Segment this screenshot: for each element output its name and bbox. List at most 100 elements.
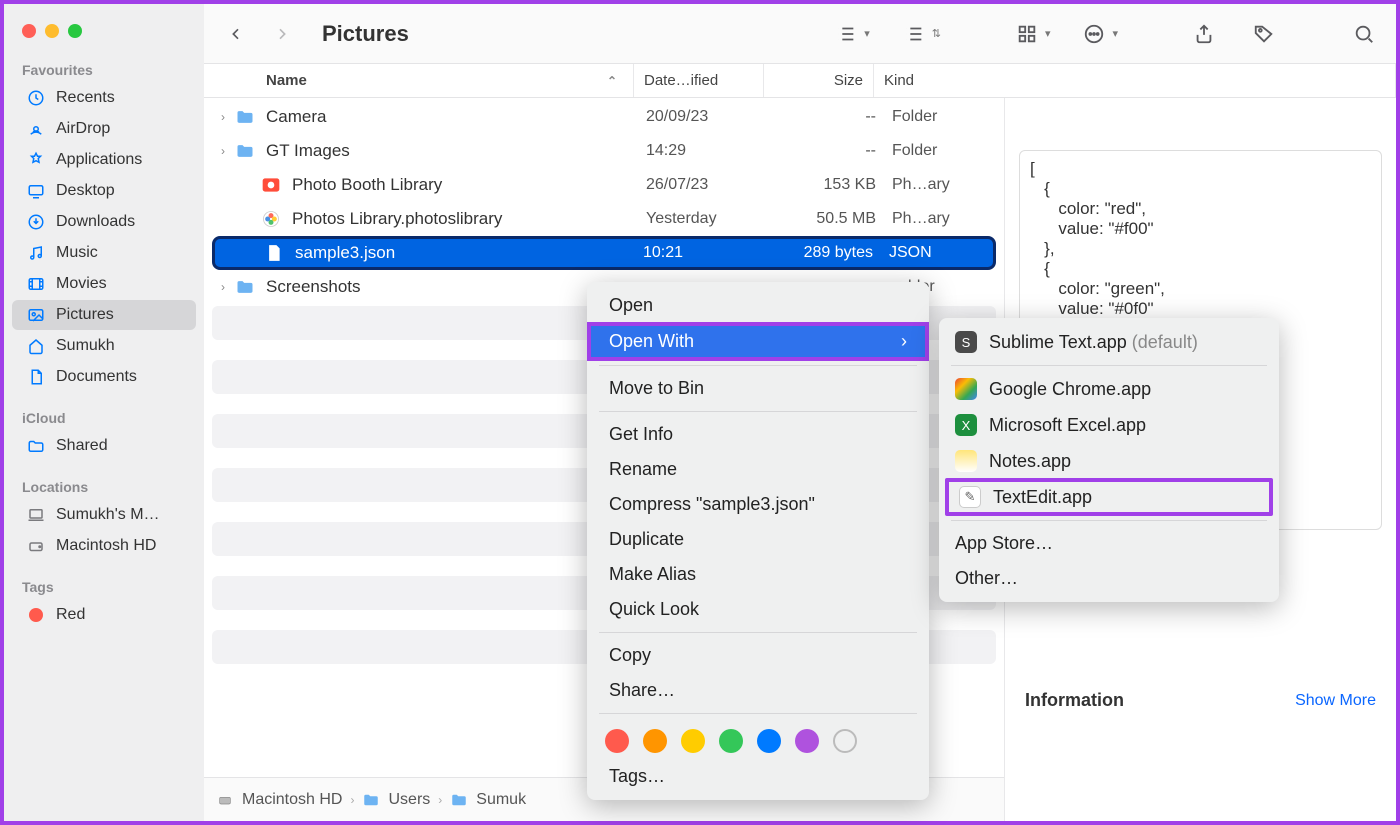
sidebar: Favourites Recents AirDrop Applications …	[4, 4, 204, 821]
sidebar-item-label: Red	[56, 606, 85, 624]
file-kind: Ph…ary	[886, 210, 996, 228]
menu-duplicate[interactable]: Duplicate	[587, 522, 929, 557]
sidebar-item-music[interactable]: Music	[12, 238, 196, 268]
menu-move-to-bin[interactable]: Move to Bin	[587, 371, 929, 406]
column-kind[interactable]: Kind	[874, 64, 1396, 97]
file-name: sample3.json	[293, 243, 643, 263]
sidebar-item-recents[interactable]: Recents	[12, 83, 196, 113]
pictures-icon	[26, 305, 46, 325]
sidebar-item-label: Movies	[56, 275, 107, 293]
path-segment[interactable]: Sumuk	[476, 791, 526, 809]
disclosure-triangle-icon[interactable]: ›	[212, 110, 234, 124]
column-name[interactable]: Name⌃	[204, 64, 634, 97]
path-segment[interactable]: Users	[388, 791, 430, 809]
file-size: 153 KB	[776, 176, 886, 194]
action-button[interactable]: ▾	[1080, 20, 1118, 48]
search-button[interactable]	[1350, 20, 1378, 48]
menu-separator	[599, 632, 917, 633]
file-icon	[234, 106, 256, 128]
tag-color-dot[interactable]	[719, 729, 743, 753]
window-title: Pictures	[322, 21, 802, 47]
sidebar-item-downloads[interactable]: Downloads	[12, 207, 196, 237]
sidebar-item-airdrop[interactable]: AirDrop	[12, 114, 196, 144]
menu-quick-look[interactable]: Quick Look	[587, 592, 929, 627]
submenu-app-store[interactable]: App Store…	[939, 526, 1279, 561]
sidebar-item-applications[interactable]: Applications	[12, 145, 196, 175]
chevron-down-icon: ▾	[1045, 27, 1051, 40]
menu-rename[interactable]: Rename	[587, 452, 929, 487]
column-headers: Name⌃ Date…ified Size Kind	[204, 64, 1396, 98]
disk-icon	[216, 791, 234, 809]
submenu-google-chrome[interactable]: Google Chrome.app	[939, 371, 1279, 407]
document-icon	[26, 367, 46, 387]
file-size: --	[776, 108, 886, 126]
menu-get-info[interactable]: Get Info	[587, 417, 929, 452]
tag-color-dot[interactable]	[757, 729, 781, 753]
menu-make-alias[interactable]: Make Alias	[587, 557, 929, 592]
column-date[interactable]: Date…ified	[634, 64, 764, 97]
minimize-window-button[interactable]	[45, 24, 59, 38]
file-row[interactable]: Photos Library.photoslibraryYesterday50.…	[212, 202, 996, 236]
view-list-button[interactable]: ▾	[832, 20, 870, 48]
file-row[interactable]: ›GT Images14:29--Folder	[212, 134, 996, 168]
list-sort-icon	[900, 20, 928, 48]
submenu-sublime-text[interactable]: SSublime Text.app (default)	[939, 324, 1279, 360]
submenu-microsoft-excel[interactable]: XMicrosoft Excel.app	[939, 407, 1279, 443]
file-kind: Folder	[886, 108, 996, 126]
file-row[interactable]: Photo Booth Library26/07/23153 KBPh…ary	[212, 168, 996, 202]
tag-color-dot[interactable]	[681, 729, 705, 753]
path-segment[interactable]: Macintosh HD	[242, 791, 342, 809]
sidebar-item-computer[interactable]: Sumukh's M…	[12, 500, 196, 530]
file-row[interactable]: sample3.json10:21289 bytesJSON	[212, 236, 996, 270]
chevron-right-icon: ›	[901, 331, 907, 352]
show-more-link[interactable]: Show More	[1295, 692, 1376, 710]
tag-color-none[interactable]	[833, 729, 857, 753]
sidebar-item-label: Downloads	[56, 213, 135, 231]
column-size[interactable]: Size	[764, 64, 874, 97]
disclosure-triangle-icon[interactable]: ›	[212, 280, 234, 294]
close-window-button[interactable]	[22, 24, 36, 38]
file-name: GT Images	[264, 141, 646, 161]
sidebar-item-pictures[interactable]: Pictures	[12, 300, 196, 330]
folder-icon	[362, 791, 380, 809]
menu-tags[interactable]: Tags…	[587, 759, 929, 794]
folder-icon	[450, 791, 468, 809]
sidebar-item-desktop[interactable]: Desktop	[12, 176, 196, 206]
group-button[interactable]: ▾	[1013, 20, 1051, 48]
menu-open-with[interactable]: Open With›	[587, 322, 929, 361]
sidebar-item-documents[interactable]: Documents	[12, 362, 196, 392]
information-heading: Information	[1025, 690, 1124, 711]
forward-button[interactable]	[268, 20, 296, 48]
tag-color-dot[interactable]	[643, 729, 667, 753]
sidebar-section-favourites: Favourites	[4, 56, 204, 82]
file-date: 10:21	[643, 244, 773, 262]
sidebar-item-disk[interactable]: Macintosh HD	[12, 531, 196, 561]
more-button[interactable]: More…	[1019, 779, 1382, 821]
submenu-textedit[interactable]: ✎TextEdit.app	[945, 478, 1273, 516]
tag-color-dot[interactable]	[795, 729, 819, 753]
menu-share[interactable]: Share…	[587, 673, 929, 708]
back-button[interactable]	[222, 20, 250, 48]
sidebar-item-label: Macintosh HD	[56, 537, 156, 555]
submenu-notes[interactable]: Notes.app	[939, 443, 1279, 479]
sidebar-item-movies[interactable]: Movies	[12, 269, 196, 299]
view-options-button[interactable]: ⇅	[900, 20, 941, 48]
sidebar-item-home[interactable]: Sumukh	[12, 331, 196, 361]
disclosure-triangle-icon[interactable]: ›	[212, 144, 234, 158]
sidebar-item-label: AirDrop	[56, 120, 110, 138]
menu-compress[interactable]: Compress "sample3.json"	[587, 487, 929, 522]
file-name: Photos Library.photoslibrary	[290, 209, 646, 229]
sidebar-section-tags: Tags	[4, 573, 204, 599]
tag-color-dot[interactable]	[605, 729, 629, 753]
tags-button[interactable]	[1250, 20, 1278, 48]
maximize-window-button[interactable]	[68, 24, 82, 38]
sidebar-item-tag-red[interactable]: Red	[12, 600, 196, 630]
sidebar-item-label: Sumukh's M…	[56, 506, 160, 524]
file-row[interactable]: ›Camera20/09/23--Folder	[212, 100, 996, 134]
submenu-other[interactable]: Other…	[939, 561, 1279, 596]
sidebar-item-shared[interactable]: Shared	[12, 431, 196, 461]
share-button[interactable]	[1190, 20, 1218, 48]
sidebar-item-label: Desktop	[56, 182, 115, 200]
menu-open[interactable]: Open	[587, 288, 929, 323]
menu-copy[interactable]: Copy	[587, 638, 929, 673]
